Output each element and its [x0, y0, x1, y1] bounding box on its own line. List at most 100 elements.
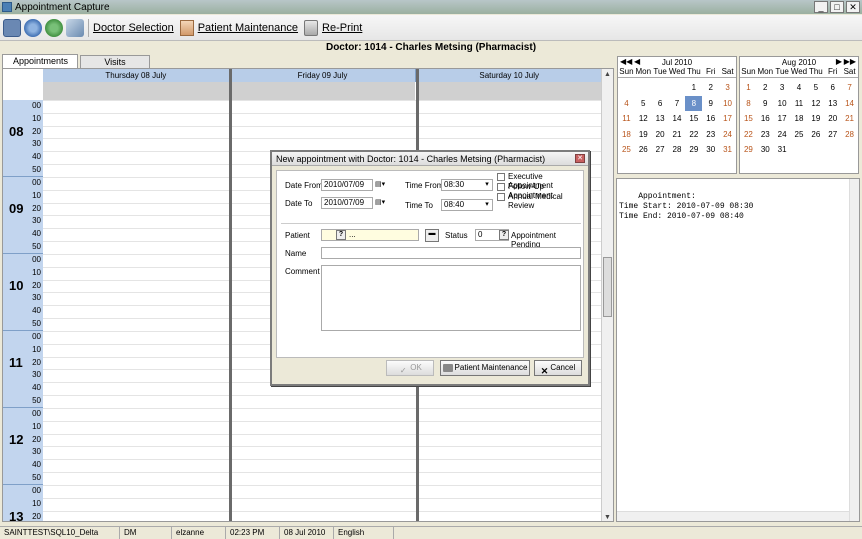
scroll-up-icon[interactable]: ▲ — [603, 70, 612, 79]
calendar-day[interactable]: 14 — [669, 111, 686, 127]
calendar-day[interactable]: 31 — [774, 142, 791, 158]
calendar-day[interactable]: 26 — [635, 142, 652, 158]
calendar-day[interactable]: 3 — [719, 80, 736, 96]
all-day-cell[interactable] — [416, 82, 604, 100]
maximize-button[interactable]: □ — [830, 1, 844, 13]
calendar-day[interactable]: 7 — [841, 80, 858, 96]
all-day-cell[interactable] — [43, 82, 230, 100]
status-lookup-icon[interactable]: ? — [499, 230, 509, 240]
calendar-day[interactable]: 29 — [685, 142, 702, 158]
calendar-day[interactable]: 11 — [618, 111, 635, 127]
details-horizontal-scrollbar[interactable] — [617, 511, 849, 521]
calendar-day[interactable]: 16 — [702, 111, 719, 127]
prev-month-icon[interactable]: ◀ — [634, 57, 640, 66]
calendar-day[interactable]: 12 — [807, 96, 824, 112]
date-from-calendar-icon[interactable]: ▤▾ — [375, 181, 385, 189]
tab-visits[interactable]: Visits — [80, 55, 150, 69]
calendar-day[interactable]: 25 — [618, 142, 635, 158]
calendar-day[interactable]: 6 — [824, 80, 841, 96]
calendar-day[interactable]: 20 — [652, 127, 669, 143]
patient-lookup-icon[interactable]: ? — [336, 230, 346, 240]
calendar-day[interactable]: 25 — [791, 127, 808, 143]
calendar-day[interactable]: 17 — [719, 111, 736, 127]
calendar-day[interactable]: 12 — [635, 111, 652, 127]
calendar-day[interactable]: 10 — [774, 96, 791, 112]
calendar-day[interactable]: 27 — [652, 142, 669, 158]
calendar-day[interactable]: 10 — [719, 96, 736, 112]
day-header-saturday[interactable]: Saturday 10 July — [416, 69, 604, 82]
calendar-day[interactable]: 29 — [740, 142, 757, 158]
next-year-icon[interactable]: ▶▶ — [844, 57, 856, 66]
calendar-day[interactable]: 30 — [757, 142, 774, 158]
calendar-day[interactable]: 30 — [702, 142, 719, 158]
scheduler-scrollbar[interactable]: ▲ ▼ — [601, 69, 613, 521]
details-vertical-scrollbar[interactable] — [849, 179, 859, 521]
calendar-day[interactable]: 9 — [757, 96, 774, 112]
calendar-day[interactable]: 24 — [774, 127, 791, 143]
calendar-day[interactable]: 4 — [791, 80, 808, 96]
day-header-friday[interactable]: Friday 09 July — [229, 69, 417, 82]
calendar-day[interactable]: 5 — [635, 96, 652, 112]
calendar-day[interactable]: 2 — [702, 80, 719, 96]
date-to-calendar-icon[interactable]: ▤▾ — [375, 199, 385, 207]
calendar-day[interactable]: 20 — [824, 111, 841, 127]
name-input[interactable] — [321, 247, 581, 259]
prev-year-icon[interactable]: ◀◀ — [620, 57, 632, 66]
calendar-day[interactable]: 16 — [757, 111, 774, 127]
calendar-day[interactable]: 5 — [807, 80, 824, 96]
monitor-icon[interactable] — [3, 18, 21, 37]
calendar-day[interactable]: 19 — [635, 127, 652, 143]
calendar-day[interactable]: 8 — [685, 95, 703, 111]
calendar-day[interactable]: 22 — [685, 127, 702, 143]
calendar-day[interactable]: 1 — [685, 80, 702, 96]
calendar-day[interactable]: 11 — [791, 96, 808, 112]
calendar-day[interactable]: 24 — [719, 127, 736, 143]
calendar-day[interactable]: 3 — [774, 80, 791, 96]
calendar-day[interactable]: 18 — [791, 111, 808, 127]
calendar-day[interactable]: 8 — [740, 96, 757, 112]
dialog-close-icon[interactable]: ✕ — [575, 154, 585, 163]
calendar-day[interactable]: 27 — [824, 127, 841, 143]
minimize-button[interactable]: _ — [814, 1, 828, 13]
calendar-day[interactable]: 28 — [669, 142, 686, 158]
cancel-button[interactable]: ✕ Cancel — [534, 360, 582, 376]
follow-up-appointment-checkbox[interactable] — [497, 183, 505, 191]
calendar-day[interactable]: 9 — [702, 96, 719, 112]
doctor-selection-button[interactable]: Doctor Selection — [93, 22, 174, 34]
executive-appointment-checkbox[interactable] — [497, 173, 505, 181]
chevron-down-icon[interactable]: ▾ — [483, 201, 491, 209]
calendar-day[interactable]: 7 — [669, 96, 686, 112]
calendar-day[interactable]: 23 — [702, 127, 719, 143]
comment-textarea[interactable] — [321, 265, 581, 331]
chevron-down-icon[interactable]: ▾ — [483, 181, 491, 189]
patient-maintenance-button[interactable]: Patient Maintenance — [179, 19, 298, 36]
calendar-day[interactable]: 21 — [841, 111, 858, 127]
tab-appointments[interactable]: Appointments — [2, 54, 78, 69]
ok-button[interactable]: ✓ OK — [386, 360, 434, 376]
calendar-day[interactable]: 2 — [757, 80, 774, 96]
annual-medical-review-checkbox[interactable] — [497, 193, 505, 201]
status-circle-icon[interactable] — [45, 18, 63, 37]
scroll-thumb[interactable] — [603, 257, 612, 317]
calendar-day[interactable]: 6 — [652, 96, 669, 112]
calendar-day[interactable]: 26 — [807, 127, 824, 143]
calendar-day[interactable]: 18 — [618, 127, 635, 143]
calendar-day[interactable]: 4 — [618, 96, 635, 112]
scroll-down-icon[interactable]: ▼ — [603, 513, 612, 521]
date-from-input[interactable]: 2010/07/09 — [321, 179, 373, 191]
calendar-day[interactable]: 28 — [841, 127, 858, 143]
all-day-cell[interactable] — [229, 82, 417, 100]
calendar-day[interactable]: 14 — [841, 96, 858, 112]
calendar-day[interactable]: 13 — [824, 96, 841, 112]
calendar-day[interactable]: 19 — [807, 111, 824, 127]
calendar-day[interactable]: 13 — [652, 111, 669, 127]
calendar-day[interactable]: 1 — [740, 80, 757, 96]
reprint-button[interactable]: Re-Print — [304, 19, 362, 36]
calendar-day[interactable]: 15 — [685, 111, 702, 127]
refresh-icon[interactable] — [24, 18, 42, 37]
calendar-day[interactable]: 22 — [740, 127, 757, 143]
next-month-icon[interactable]: ▶ — [836, 57, 842, 66]
day-header-thursday[interactable]: Thursday 08 July — [43, 69, 230, 82]
edit-pen-icon[interactable] — [66, 18, 84, 37]
calendar-day[interactable]: 23 — [757, 127, 774, 143]
